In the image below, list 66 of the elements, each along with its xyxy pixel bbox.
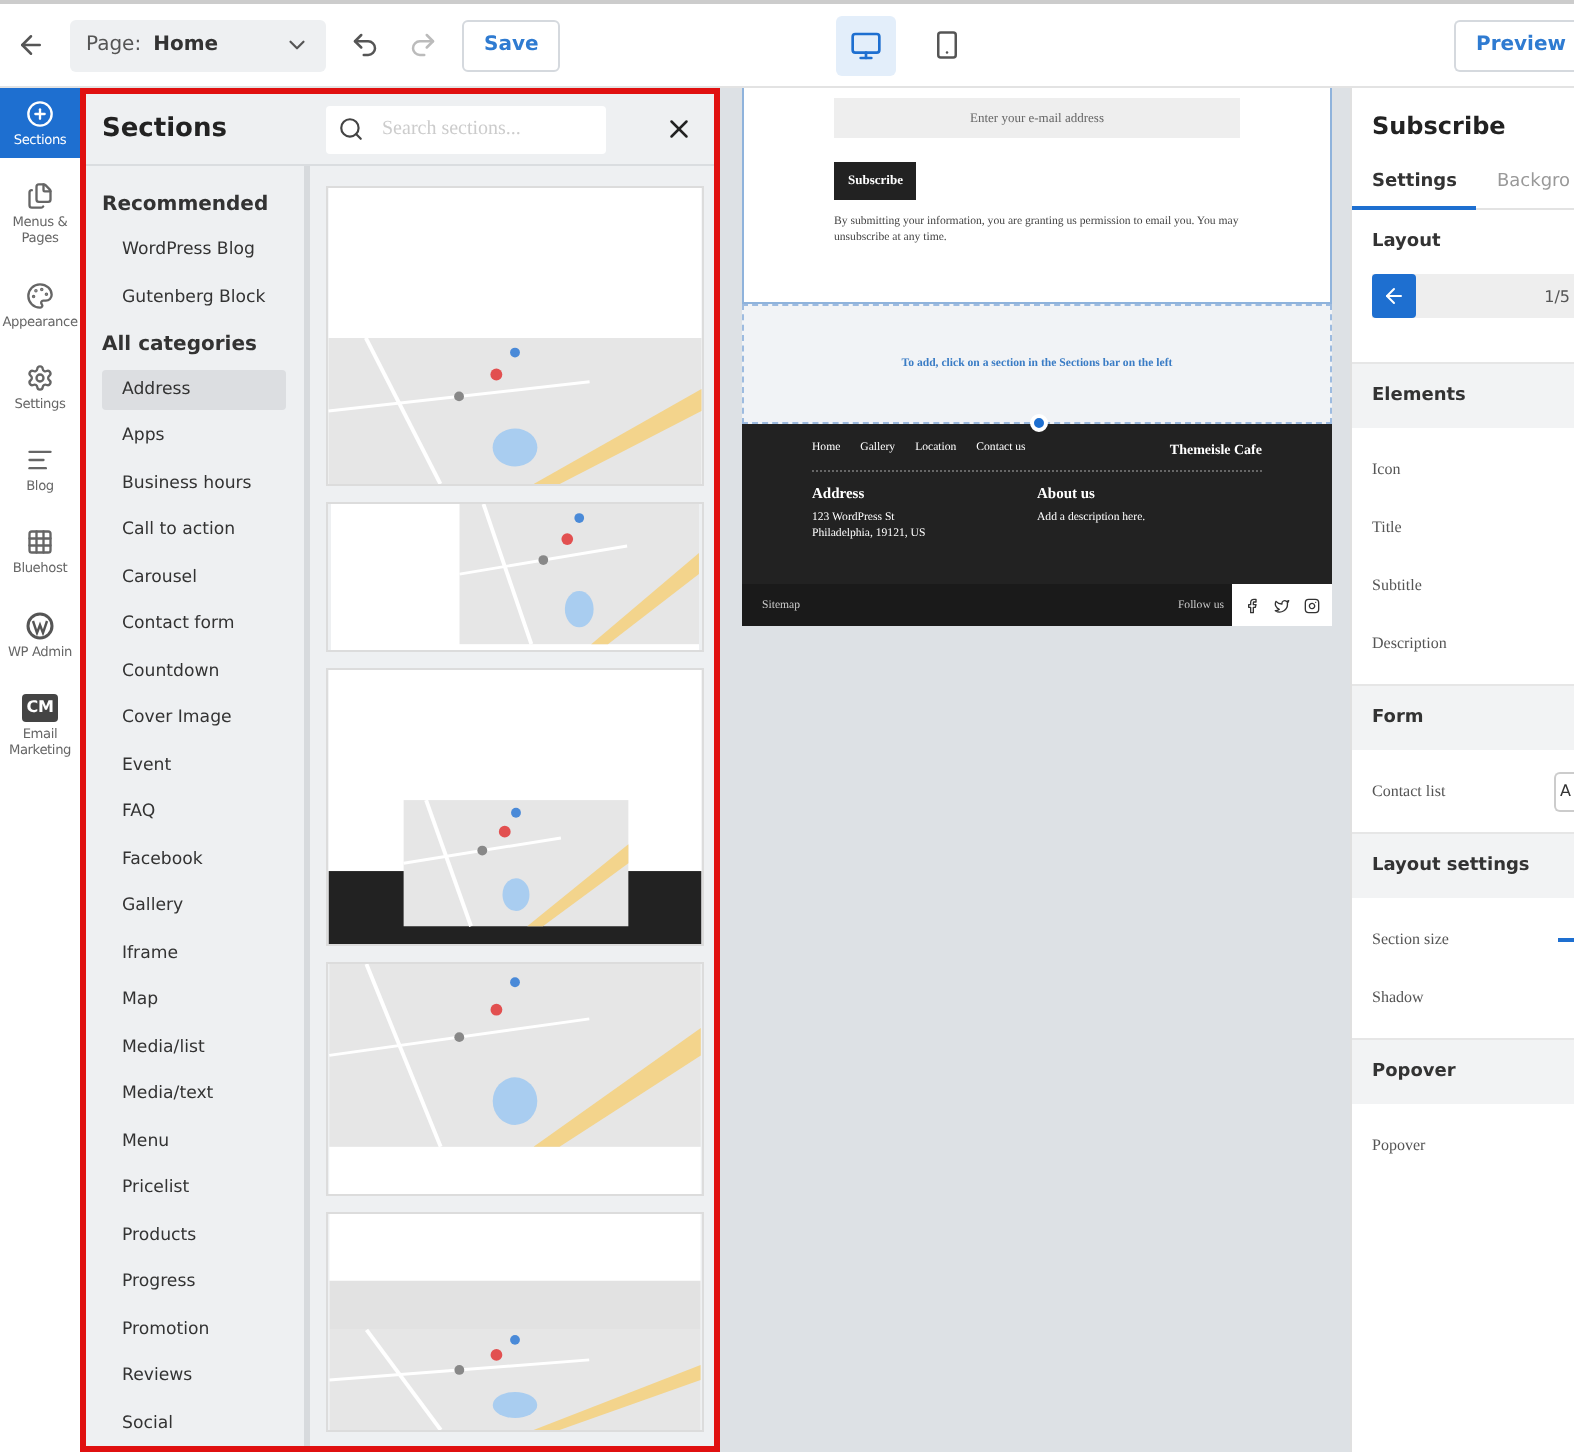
category-item[interactable]: Countdown	[102, 651, 286, 691]
category-item[interactable]: FAQ	[102, 792, 286, 832]
setting-label: Section size	[1372, 930, 1449, 948]
page-select[interactable]: Page: Home	[70, 19, 326, 71]
category-item[interactable]: WordPress Blog	[102, 230, 286, 270]
pages-icon	[26, 182, 54, 211]
category-item[interactable]: Media/list	[102, 1027, 286, 1067]
setting-label: Shadow	[1372, 988, 1424, 1006]
settings-icon	[26, 363, 54, 392]
cm-badge: CM	[22, 693, 58, 722]
category-item[interactable]: Gallery	[102, 886, 286, 926]
category-item[interactable]: Map	[102, 980, 286, 1020]
section-heading: Popover	[1352, 1040, 1574, 1104]
desktop-view-button[interactable]	[836, 15, 897, 75]
tab[interactable]: Settings	[1352, 156, 1477, 210]
contact-list-select[interactable]: A	[1554, 771, 1574, 811]
search-icon	[338, 115, 364, 141]
panel-title: Subscribe	[1370, 110, 1508, 144]
category-item[interactable]: Contact form	[102, 604, 286, 644]
section-heading: Layout	[1370, 230, 1443, 256]
monitor-icon	[850, 29, 883, 61]
category-item[interactable]: Call to action	[102, 510, 286, 550]
category-item[interactable]: Iframe	[102, 933, 286, 973]
setting-label: Popover	[1372, 1136, 1426, 1154]
setting-label: Title	[1372, 518, 1402, 536]
palette-icon	[26, 281, 54, 310]
section-heading: Elements	[1352, 364, 1574, 428]
category-item[interactable]: Pricelist	[102, 1168, 286, 1208]
category-item[interactable]: Social	[102, 1403, 286, 1443]
facebook-icon[interactable]	[1244, 597, 1260, 613]
page-count: 1/5	[1544, 287, 1570, 305]
section-heading: Layout settings	[1352, 834, 1574, 898]
category-item[interactable]: Cover Image	[102, 698, 286, 738]
phone-icon	[931, 30, 962, 60]
twitter-icon[interactable]	[1274, 597, 1290, 613]
category-item[interactable]: Progress	[102, 1262, 286, 1302]
panel-title: Sections	[102, 114, 229, 144]
instagram-icon[interactable]	[1304, 597, 1320, 613]
category-item[interactable]: Business hours	[102, 463, 286, 503]
category-item[interactable]: Event	[102, 745, 286, 785]
setting-label: Contact list	[1372, 782, 1446, 800]
save-button[interactable]: Save	[462, 19, 561, 71]
category-item[interactable]: Gutenberg Block	[102, 277, 286, 317]
category-item[interactable]: Reviews	[102, 1356, 286, 1396]
setting-label: Description	[1372, 634, 1447, 652]
category-item[interactable]: Address	[102, 369, 286, 409]
add-dot-icon[interactable]	[1030, 414, 1048, 432]
category-item[interactable]: Promotion	[102, 1309, 286, 1349]
lines-icon	[26, 446, 54, 475]
category-item[interactable]: Carousel	[102, 557, 286, 597]
category-item[interactable]: Apps	[102, 416, 286, 456]
setting-label: Icon	[1372, 460, 1401, 478]
group-heading: Recommended	[102, 194, 271, 216]
grid-icon	[26, 528, 54, 557]
section-heading: Form	[1352, 686, 1574, 750]
category-item[interactable]: Products	[102, 1215, 286, 1255]
category-item[interactable]: Menu	[102, 1121, 286, 1161]
category-item[interactable]: Facebook	[102, 839, 286, 879]
group-heading: All categories	[102, 333, 259, 355]
setting-label: Subtitle	[1372, 576, 1422, 594]
category-item[interactable]: Media/text	[102, 1074, 286, 1114]
previous-button[interactable]	[1372, 274, 1416, 318]
preview-button[interactable]: Preview	[1453, 19, 1574, 71]
left-arrow-icon	[1382, 284, 1406, 308]
wordpress-icon	[26, 611, 54, 640]
add-icon	[26, 100, 54, 128]
